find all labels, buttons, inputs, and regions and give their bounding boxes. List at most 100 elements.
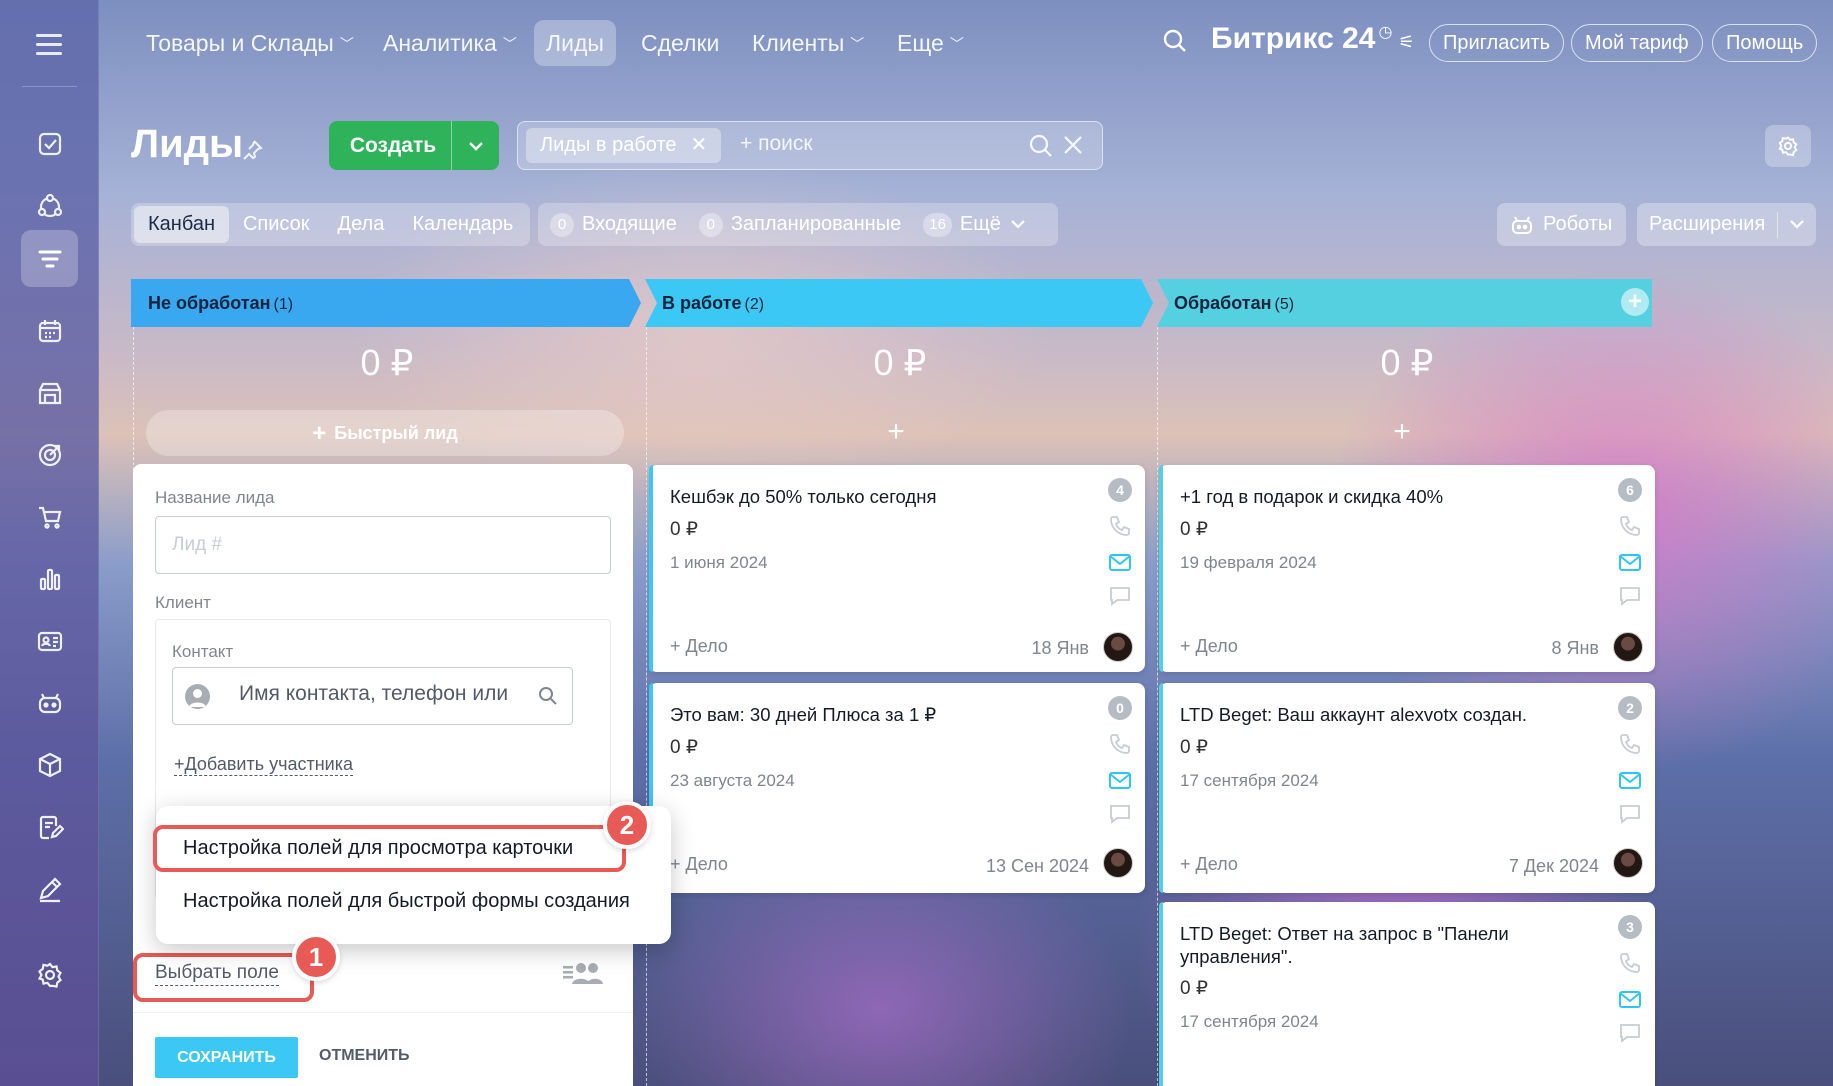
- nav-analytics[interactable]: Аналитика ﹀: [371, 20, 529, 66]
- phone-icon[interactable]: [1618, 952, 1642, 974]
- card-date: 19 февраля 2024: [1180, 553, 1317, 572]
- add-item-icon[interactable]: +: [1152, 415, 1652, 449]
- box-icon[interactable]: [21, 736, 78, 793]
- nav-more[interactable]: Еще ﹀: [885, 20, 976, 66]
- chevron-down-icon[interactable]: [1790, 220, 1805, 229]
- avatar[interactable]: [1613, 848, 1643, 878]
- filter-tag[interactable]: Лиды в работе ✕: [526, 128, 722, 163]
- card-title[interactable]: LTD Beget: Ваш аккаунт alexvotx создан.: [1180, 703, 1600, 726]
- tab-activities[interactable]: Дела: [324, 206, 399, 243]
- goals-icon[interactable]: [21, 426, 78, 483]
- clear-icon[interactable]: [1061, 133, 1085, 162]
- lead-card[interactable]: LTD Beget: Ответ на запрос в "Панели упр…: [1159, 902, 1655, 1086]
- people-icon[interactable]: [563, 960, 603, 986]
- bitrix24-logo[interactable]: Битрикс 24 ◷ ⚟: [1211, 22, 1415, 56]
- lead-card[interactable]: Это вам: 30 дней Плюса за 1 ₽ 0 ₽ 23 авг…: [649, 683, 1145, 893]
- search-input[interactable]: + поиск: [740, 132, 813, 156]
- lead-card[interactable]: LTD Beget: Ваш аккаунт alexvotx создан. …: [1159, 683, 1655, 893]
- nav-clients[interactable]: Клиенты ﹀: [740, 20, 876, 66]
- analytics-icon[interactable]: [21, 550, 78, 607]
- tasks-icon[interactable]: [21, 115, 78, 172]
- calendar-icon[interactable]: [21, 302, 78, 359]
- page-settings-gear-icon[interactable]: [1765, 125, 1811, 167]
- email-icon[interactable]: [1108, 551, 1132, 573]
- settings-icon[interactable]: [21, 946, 78, 1003]
- card-title[interactable]: +1 год в подарок и скидка 40%: [1180, 485, 1600, 508]
- add-column-icon[interactable]: +: [1621, 288, 1649, 316]
- view-switcher: Канбан Список Дела Календарь: [131, 203, 531, 246]
- search-icon[interactable]: [1028, 133, 1054, 164]
- search-icon[interactable]: [538, 686, 558, 706]
- add-activity-link[interactable]: + Дело: [670, 854, 728, 875]
- counter-more[interactable]: 16 Ещё: [923, 212, 1025, 237]
- nav-deals[interactable]: Сделки: [629, 20, 731, 66]
- chevron-down-icon[interactable]: [451, 121, 499, 170]
- email-icon[interactable]: [1618, 551, 1642, 573]
- search-icon[interactable]: [1161, 27, 1189, 60]
- lead-card[interactable]: Кешбэк до 50% только сегодня 0 ₽ 1 июня …: [649, 465, 1145, 672]
- contacts-card-icon[interactable]: [21, 612, 78, 669]
- tab-kanban[interactable]: Канбан: [134, 206, 229, 243]
- invite-button[interactable]: Пригласить: [1429, 24, 1565, 62]
- tab-calendar[interactable]: Календарь: [398, 206, 527, 243]
- column-header-processed[interactable]: Обработан (5): [1157, 279, 1294, 327]
- create-button[interactable]: Создать: [329, 121, 499, 170]
- add-participant-link[interactable]: +Добавить участника: [174, 754, 353, 776]
- card-title[interactable]: LTD Beget: Ответ на запрос в "Панели упр…: [1180, 922, 1600, 968]
- pin-icon[interactable]: [240, 138, 264, 167]
- column-header-in-progress[interactable]: В работе (2): [645, 279, 764, 327]
- email-icon[interactable]: [1108, 769, 1132, 791]
- lead-card[interactable]: +1 год в подарок и скидка 40% 0 ₽ 19 фев…: [1159, 465, 1655, 672]
- help-button[interactable]: Помощь: [1712, 24, 1818, 62]
- nav-leads[interactable]: Лиды: [534, 20, 616, 66]
- sign-icon[interactable]: [21, 860, 78, 917]
- my-tariff-button[interactable]: Мой тариф: [1571, 24, 1703, 62]
- menu-icon[interactable]: [36, 34, 62, 61]
- add-activity-link[interactable]: + Дело: [670, 636, 728, 657]
- contact-search-input[interactable]: Имя контакта, телефон или: [172, 667, 573, 725]
- menu-item-quick-form-fields[interactable]: Настройка полей для быстрой формы создан…: [183, 890, 630, 913]
- card-title[interactable]: Кешбэк до 50% только сегодня: [670, 485, 1090, 508]
- quick-lead-button[interactable]: + Быстрый лид: [146, 410, 624, 456]
- sliders-icon[interactable]: ⚟: [1398, 32, 1414, 52]
- counter-incoming[interactable]: 0 Входящие: [550, 212, 677, 237]
- tab-list[interactable]: Список: [229, 206, 324, 243]
- feed-icon[interactable]: [21, 178, 78, 235]
- phone-icon[interactable]: [1618, 515, 1642, 537]
- store-icon[interactable]: [21, 364, 78, 421]
- filter-search-bar[interactable]: Лиды в работе ✕ + поиск: [517, 121, 1103, 170]
- add-activity-link[interactable]: + Дело: [1180, 854, 1238, 875]
- add-item-icon[interactable]: +: [646, 415, 1146, 449]
- email-icon[interactable]: [1618, 769, 1642, 791]
- phone-icon[interactable]: [1108, 733, 1132, 755]
- robots-button[interactable]: Роботы: [1497, 203, 1627, 246]
- crm-icon[interactable]: [21, 230, 78, 287]
- add-activity-link[interactable]: + Дело: [1180, 636, 1238, 657]
- extensions-button[interactable]: Расширения: [1637, 203, 1817, 246]
- cancel-button[interactable]: ОТМЕНИТЬ: [319, 1047, 410, 1065]
- form-divider: [133, 1012, 633, 1013]
- chat-icon[interactable]: [1618, 585, 1642, 607]
- chat-icon[interactable]: [1618, 803, 1642, 825]
- card-price: 0 ₽: [670, 519, 698, 540]
- robot-icon[interactable]: [21, 674, 78, 731]
- remove-filter-icon[interactable]: ✕: [691, 134, 708, 156]
- lead-name-input[interactable]: Лид #: [155, 516, 611, 574]
- avatar[interactable]: [1613, 632, 1643, 662]
- chat-icon[interactable]: [1618, 1022, 1642, 1044]
- phone-icon[interactable]: [1618, 733, 1642, 755]
- activity-date: 7 Дек 2024: [1508, 856, 1599, 876]
- avatar[interactable]: [1103, 848, 1133, 878]
- document-edit-icon[interactable]: [21, 798, 78, 855]
- chat-icon[interactable]: [1108, 803, 1132, 825]
- avatar[interactable]: [1103, 632, 1133, 662]
- chat-icon[interactable]: [1108, 585, 1132, 607]
- save-button[interactable]: СОХРАНИТЬ: [155, 1037, 298, 1078]
- counter-planned[interactable]: 0 Запланированные: [698, 212, 901, 237]
- phone-icon[interactable]: [1108, 515, 1132, 537]
- card-title[interactable]: Это вам: 30 дней Плюса за 1 ₽: [670, 703, 1090, 726]
- cart-icon[interactable]: [21, 488, 78, 545]
- column-header-not-processed[interactable]: Не обработан (1): [131, 279, 293, 327]
- nav-products-warehouses[interactable]: Товары и Склады ﹀: [134, 20, 366, 66]
- email-icon[interactable]: [1618, 988, 1642, 1010]
